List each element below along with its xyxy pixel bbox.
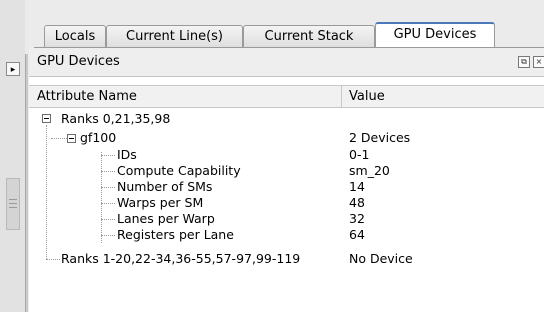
tree-line <box>101 155 115 156</box>
panel-header: GPU Devices ⧉ × <box>29 48 544 77</box>
row-name: Ranks 1-20,22-34,36-55,57-97,99-119 <box>61 251 301 266</box>
tree-row-attribute[interactable]: Number of SMs <box>117 179 212 195</box>
col-value[interactable]: Value <box>349 89 385 104</box>
tree-line <box>101 152 102 243</box>
row-value: 48 <box>349 195 365 210</box>
tab-gpu-devices[interactable]: GPU Devices <box>375 22 495 48</box>
tree-line <box>46 125 47 259</box>
tree-row-device[interactable]: gf100 <box>80 130 116 146</box>
tree-row-attribute[interactable]: Registers per Lane <box>117 227 234 243</box>
tree-line <box>101 219 115 220</box>
tree-row-attribute[interactable]: IDs <box>117 147 137 163</box>
tree-row-ranks-group[interactable]: Ranks 0,21,35,98 <box>61 111 170 127</box>
row-value: 2 Devices <box>349 130 411 145</box>
tree-line <box>101 171 115 172</box>
row-value: No Device <box>349 251 413 266</box>
row-name: Registers per Lane <box>117 227 234 242</box>
row-name: Warps per SM <box>117 195 204 210</box>
tree-row-attribute[interactable]: Lanes per Warp <box>117 211 215 227</box>
tab-bar: Locals Current Line(s) Current Stack GPU… <box>34 22 544 48</box>
pane-splitter[interactable] <box>25 54 28 312</box>
tree-row-ranks-group[interactable]: Ranks 1-20,22-34,36-55,57-97,99-119 <box>61 251 300 267</box>
close-panel-icon[interactable]: × <box>533 56 544 68</box>
splitter-grip[interactable] <box>6 178 20 230</box>
row-value: 14 <box>349 179 365 194</box>
collapse-toggle-icon[interactable] <box>67 134 76 143</box>
row-name: Ranks 0,21,35,98 <box>61 111 171 126</box>
tree-line <box>101 203 115 204</box>
panel-title: GPU Devices <box>37 54 120 69</box>
left-pane-edge: ▸ <box>0 0 25 312</box>
row-name: Compute Capability <box>117 163 241 178</box>
tab-current-lines[interactable]: Current Line(s) <box>106 25 243 47</box>
collapse-arrow-icon[interactable]: ▸ <box>6 62 20 76</box>
tree-line <box>101 187 115 188</box>
row-value: sm_20 <box>349 163 390 178</box>
column-divider[interactable] <box>341 86 342 107</box>
row-value: 0-1 <box>349 147 370 162</box>
row-name: Lanes per Warp <box>117 211 215 226</box>
row-name: Number of SMs <box>117 179 213 194</box>
collapse-toggle-icon[interactable] <box>42 114 51 123</box>
tab-current-stack[interactable]: Current Stack <box>243 25 375 47</box>
row-value: 64 <box>349 227 365 242</box>
gpu-devices-panel: GPU Devices ⧉ × Attribute Name Value Ran… <box>29 48 544 312</box>
tree-row-attribute[interactable]: Compute Capability <box>117 163 241 179</box>
tree-row-attribute[interactable]: Warps per SM <box>117 195 203 211</box>
row-value: 32 <box>349 211 365 226</box>
tab-locals[interactable]: Locals <box>44 25 106 47</box>
col-attribute-name[interactable]: Attribute Name <box>37 89 137 104</box>
tree-line <box>46 259 60 260</box>
row-name: gf100 <box>80 130 117 145</box>
column-header: Attribute Name Value <box>29 85 544 108</box>
row-name: IDs <box>117 147 137 162</box>
tree-line <box>101 235 115 236</box>
float-panel-icon[interactable]: ⧉ <box>518 56 530 68</box>
